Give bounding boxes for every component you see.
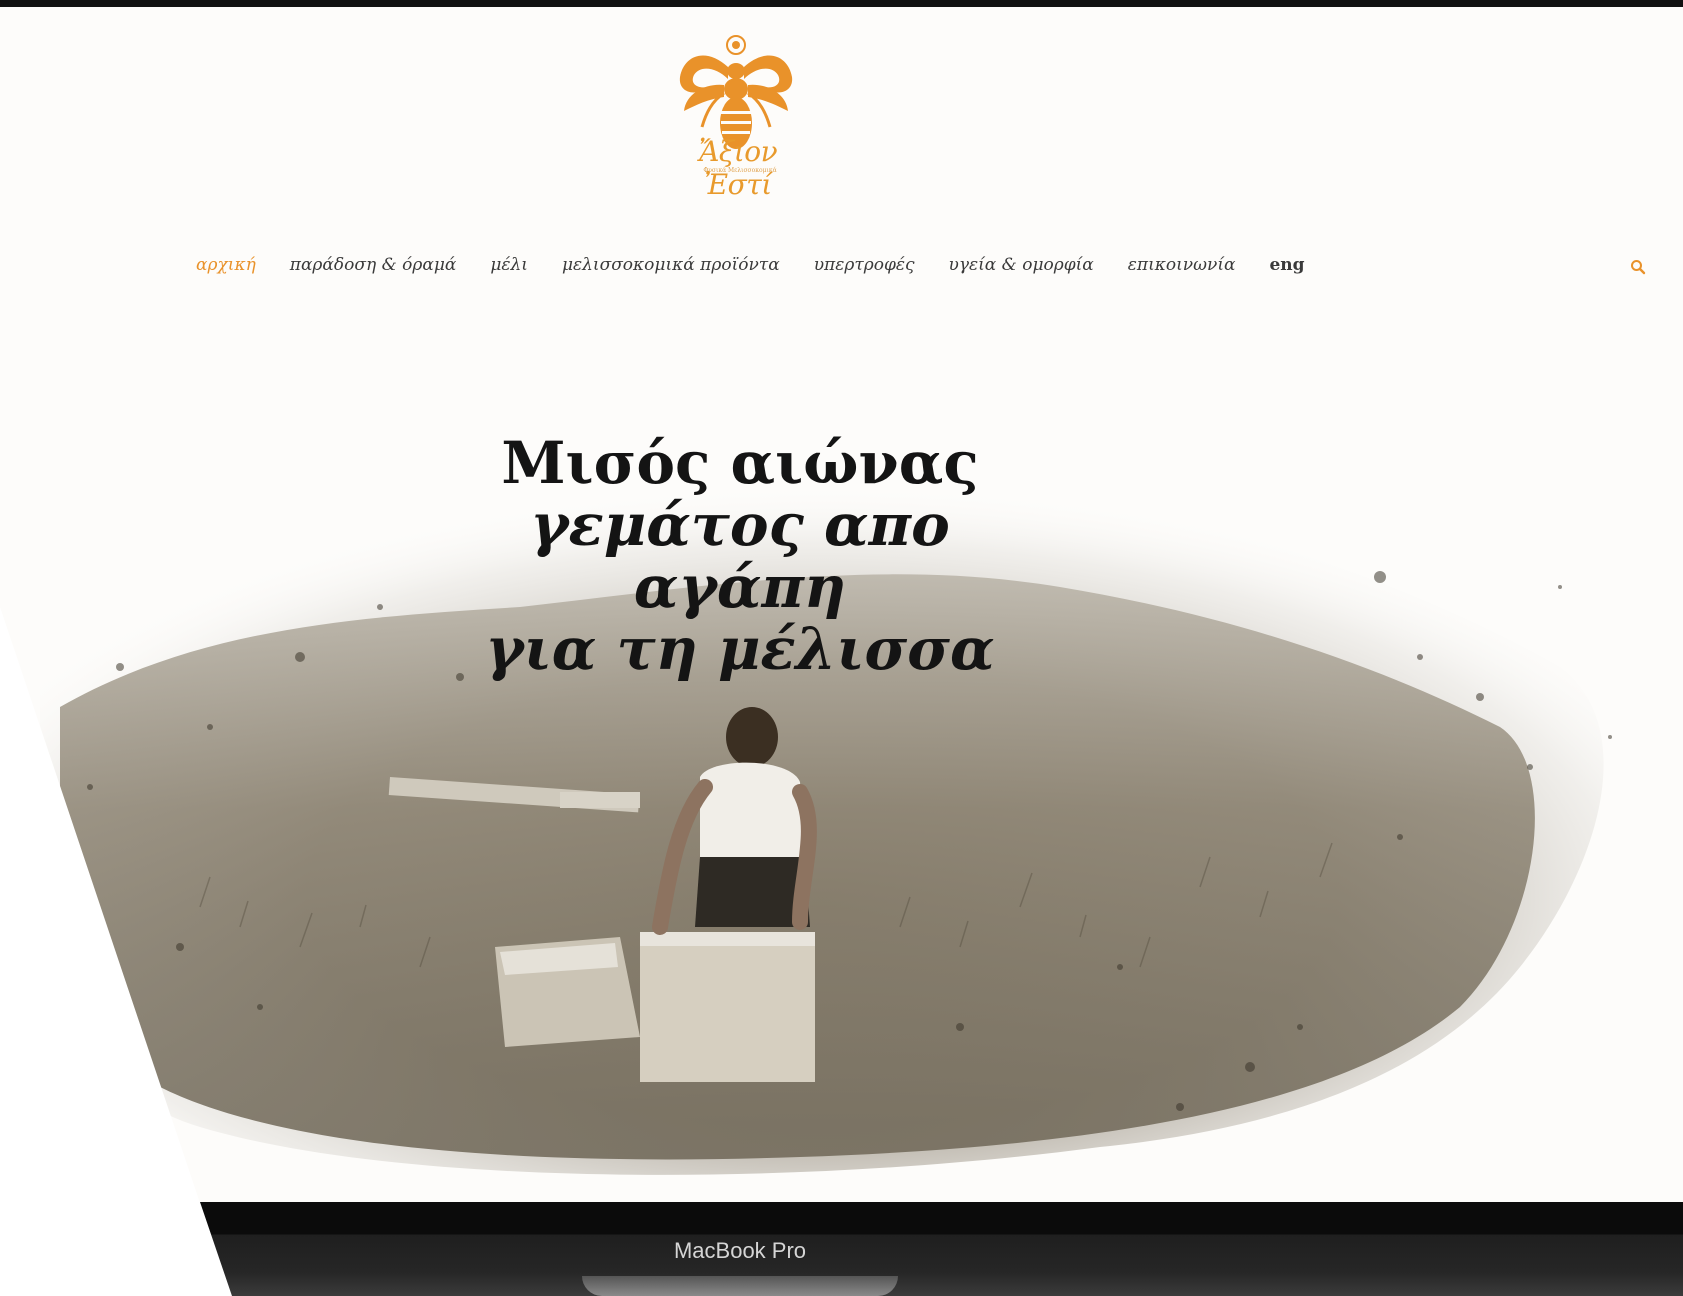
laptop-mockup: Ἄξιον Ἐστί Φυσικά Μελισσοκομικά αρχική π… [0,0,1683,1296]
headline-line-1: Μισός αιώνας [501,429,979,497]
headline-line-3: για τη μέλισσα [485,615,995,683]
nav-item-health-beauty[interactable]: υγεία & ομορφία [949,255,1094,275]
nav-item-honey[interactable]: μέλι [490,255,528,275]
nav-item-bee-products[interactable]: μελισσοκομικά προϊόντα [562,255,780,275]
laptop-hinge-notch [582,1276,898,1296]
nav-item-english[interactable]: eng [1269,255,1304,275]
hero-headline: Μισός αιώνας γεμάτος απο αγάπη για τη μέ… [440,432,1040,680]
top-bezel [0,0,1683,7]
nav-item-superfoods[interactable]: υπερτροφές [814,255,915,275]
device-label: MacBook Pro [673,1238,807,1263]
search-icon[interactable] [1630,259,1646,275]
logo-subtitle: Φυσικά Μελισσοκομικά [703,167,777,174]
website-screen: Ἄξιον Ἐστί Φυσικά Μελισσοκομικά αρχική π… [0,7,1683,1203]
nav-item-home[interactable]: αρχική [196,255,256,275]
nav-item-contact[interactable]: επικοινωνία [1128,255,1236,275]
nav-item-tradition[interactable]: παράδοση & όραμά [290,255,457,275]
main-nav: αρχική παράδοση & όραμά μέλι μελισσοκομι… [196,255,1305,275]
headline-line-2: γεμάτος απο αγάπη [530,491,950,621]
